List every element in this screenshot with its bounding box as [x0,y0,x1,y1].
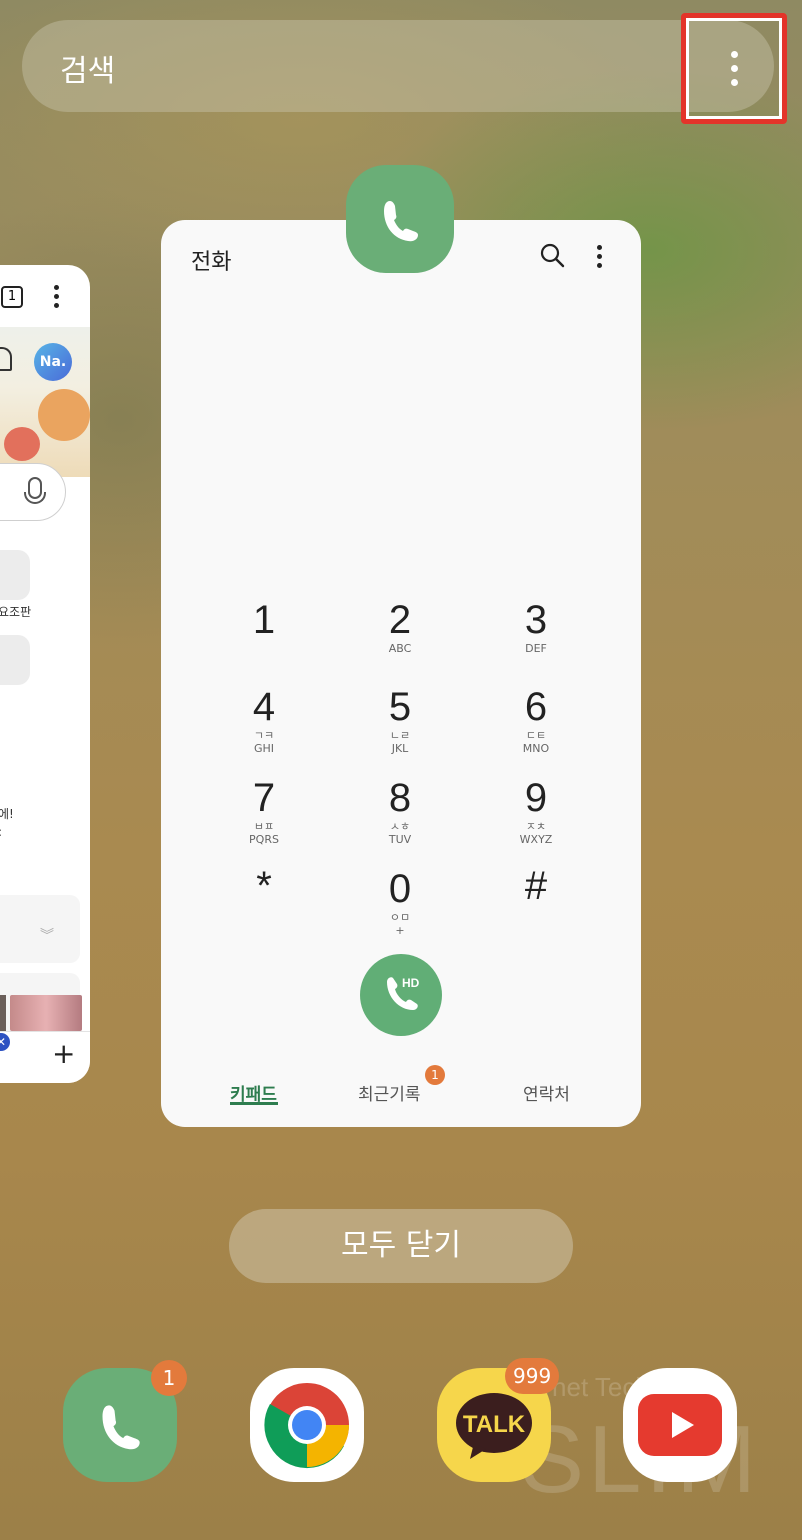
youtube-icon [638,1394,722,1456]
recent-app-card-browser[interactable]: 1 Na. 요조판 에! : ︾ ✕ + [0,265,90,1083]
key-9[interactable]: 9 ㅈㅊ WXYZ [476,776,596,846]
tab-count-icon[interactable]: 1 [1,286,23,308]
avatar: Na. [34,343,72,381]
talk-label: TALK [463,1411,526,1438]
key-0[interactable]: 0 ㅇㅁ + [340,867,460,937]
key-star[interactable]: * [204,864,324,908]
phone-badge: 1 [151,1360,187,1396]
phone-call-icon [387,977,418,1010]
key-7[interactable]: 7 ㅂㅍ PQRS [204,776,324,846]
apple-illustration [4,427,40,461]
key-8[interactable]: 8 ㅅㅎ TUV [340,776,460,846]
add-tab-icon: + [52,1037,76,1070]
shortcut-label: 요조판 [0,605,32,619]
key-2[interactable]: 2 ABC [340,598,460,655]
browser-more-icon[interactable] [54,285,59,308]
feed-photo [0,995,6,1031]
recents-search-bar[interactable]: 검색 [22,20,774,112]
key-3[interactable]: 3 DEF [476,598,596,655]
hd-label: HD [402,976,420,990]
chrome-icon [264,1383,349,1469]
shortcut-tile [0,550,30,600]
page-title: 전화 [191,250,232,275]
phone-app-icon[interactable] [346,165,454,273]
close-all-button[interactable]: 모두 닫기 [229,1209,573,1283]
phone-icon [102,1405,140,1450]
more-options-button[interactable] [692,24,776,112]
more-options-icon[interactable] [597,245,602,268]
feed-text: : [0,825,2,839]
dock-chrome-app[interactable] [250,1368,364,1482]
recent-badge: 1 [425,1065,445,1085]
feed-text: 에! [0,807,14,821]
key-hash[interactable]: # [476,864,596,908]
key-5[interactable]: 5 ㄴㄹ JKL [340,685,460,755]
key-1[interactable]: 1 [204,598,324,642]
call-button[interactable]: HD [360,954,442,1036]
browser-bottom-bar [0,1031,90,1083]
recent-app-card-phone[interactable]: 전화 1 2 ABC 3 DEF 4 ㄱㅋ GHI 5 ㄴㄹ JKL 6 ㄷㅌ … [161,220,641,1127]
search-icon[interactable] [539,242,565,268]
more-options-icon [730,50,738,58]
tab-contacts[interactable]: 연락처 [523,1080,570,1105]
key-4[interactable]: 4 ㄱㅋ GHI [204,685,324,755]
phone-icon [384,201,418,242]
kakaotalk-badge: 999 [505,1358,560,1394]
key-6[interactable]: 6 ㄷㅌ MNO [476,685,596,755]
search-label: 검색 [60,54,116,89]
tab-recent[interactable]: 최근기록 [358,1080,421,1105]
feed-photo [10,995,82,1031]
fruit-illustration [38,389,90,441]
bell-icon [0,347,12,371]
dock-youtube-app[interactable] [623,1368,737,1482]
chevron-down-icon: ︾ [40,928,54,944]
tab-keypad-indicator [230,1102,278,1105]
browser-banner: Na. [0,327,90,477]
shortcut-tile [0,635,30,685]
